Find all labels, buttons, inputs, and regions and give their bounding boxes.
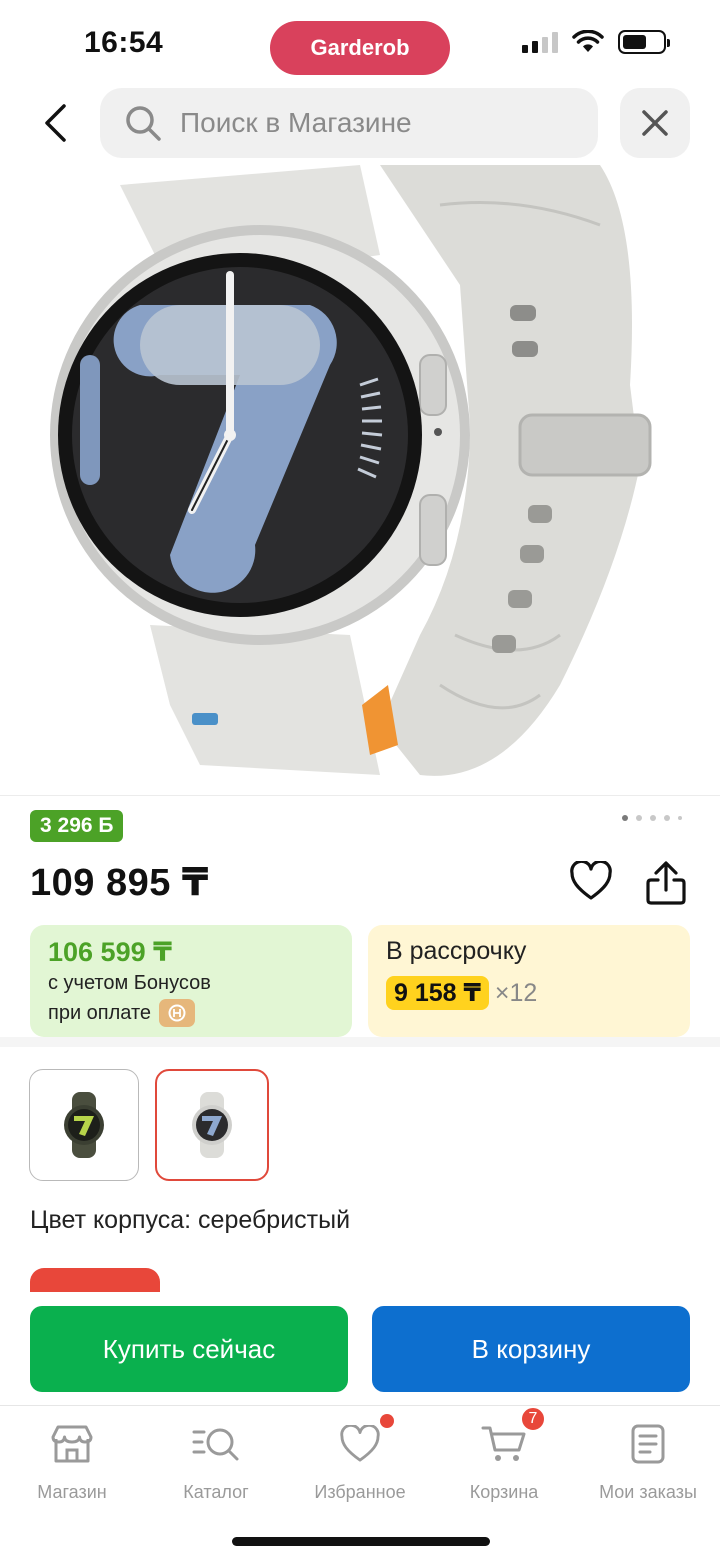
status-time: 16:54: [84, 26, 164, 59]
store-icon: [48, 1420, 96, 1468]
favorites-notification-dot: [380, 1414, 394, 1428]
back-button[interactable]: [30, 98, 80, 148]
watch-thumbnail-silver: [192, 1092, 232, 1158]
pager-dot: [664, 815, 670, 821]
variant-green[interactable]: [29, 1069, 139, 1181]
installment-multiplier: ×12: [494, 978, 538, 1007]
pager-dot: [622, 815, 628, 821]
bonus-price-card[interactable]: 106 599 ₸ с учетом Бонусов при оплате: [30, 925, 352, 1037]
system-icons: [522, 30, 670, 54]
smartwatch-illustration: [50, 165, 652, 776]
cellular-signal-icon: [522, 31, 558, 53]
pager-dot: [678, 816, 682, 820]
catalog-search-icon: [192, 1420, 240, 1468]
share-icon: [646, 861, 686, 905]
bonus-price-amount: 106 599 ₸: [48, 937, 172, 967]
chevron-left-icon: [45, 104, 66, 142]
app-return-pill[interactable]: Garderob: [270, 21, 450, 75]
product-image[interactable]: [0, 165, 720, 795]
pager-dot: [650, 815, 656, 821]
tab-label: Корзина: [469, 1482, 539, 1502]
heart-outline-icon: [570, 861, 612, 900]
tab-label: Избранное: [314, 1482, 406, 1502]
cart-icon: 7: [480, 1406, 546, 1468]
battery-icon: [618, 30, 670, 54]
tab-label: Мои заказы: [599, 1482, 697, 1502]
bonus-price-line2-row: при оплате: [48, 999, 334, 1027]
search-input[interactable]: Поиск в Магазине: [100, 88, 598, 158]
search-icon: [126, 106, 161, 141]
installment-monthly-amount: 9 158 ₸: [386, 976, 489, 1010]
bonus-coin-icon: [159, 999, 196, 1027]
tab-label: Каталог: [183, 1482, 249, 1502]
search-placeholder: Поиск в Магазине: [180, 107, 412, 138]
case-color-label: Цвет корпуса: серебристый: [30, 1206, 351, 1234]
wifi-icon: [572, 30, 604, 52]
close-button[interactable]: [620, 88, 690, 158]
tab-store[interactable]: Магазин: [0, 1420, 144, 1503]
product-price: 109 895 ₸: [30, 862, 209, 904]
close-icon: [642, 110, 668, 136]
bonus-price-line2: при оплате: [48, 1001, 152, 1024]
favorite-button[interactable]: [566, 856, 616, 906]
image-pager-dots: [622, 815, 682, 821]
partial-promo-chip: [30, 1268, 160, 1292]
bottom-tab-bar: Магазин Каталог Избранное 7 Корзина Мои …: [0, 1405, 720, 1561]
installment-title: В рассрочку: [386, 937, 527, 965]
home-indicator[interactable]: [232, 1537, 490, 1546]
tab-catalog[interactable]: Каталог: [144, 1420, 288, 1503]
bonus-points-badge: 3 296 Б: [30, 810, 124, 842]
pager-dot: [636, 815, 642, 821]
bonus-price-line1: с учетом Бонусов: [48, 972, 211, 994]
buy-now-button[interactable]: Купить сейчас: [30, 1306, 348, 1392]
heart-icon: [336, 1414, 394, 1468]
watch-thumbnail-green: [64, 1092, 104, 1158]
tab-orders[interactable]: Мои заказы: [576, 1420, 720, 1503]
status-bar: 16:54 Garderob: [0, 0, 720, 90]
tab-favorites[interactable]: Избранное: [288, 1414, 432, 1503]
installment-card[interactable]: В рассрочку 9 158 ₸ ×12: [368, 925, 690, 1037]
share-button[interactable]: [640, 856, 692, 910]
orders-icon: [624, 1420, 672, 1468]
image-divider: [0, 795, 720, 796]
tab-label: Магазин: [37, 1482, 107, 1502]
cart-count-badge: 7: [520, 1406, 546, 1432]
tab-cart[interactable]: 7 Корзина: [432, 1406, 576, 1503]
add-to-cart-button[interactable]: В корзину: [372, 1306, 690, 1392]
section-separator: [0, 1037, 720, 1047]
variant-silver[interactable]: [155, 1069, 269, 1181]
installment-row: 9 158 ₸ ×12: [386, 976, 672, 1010]
